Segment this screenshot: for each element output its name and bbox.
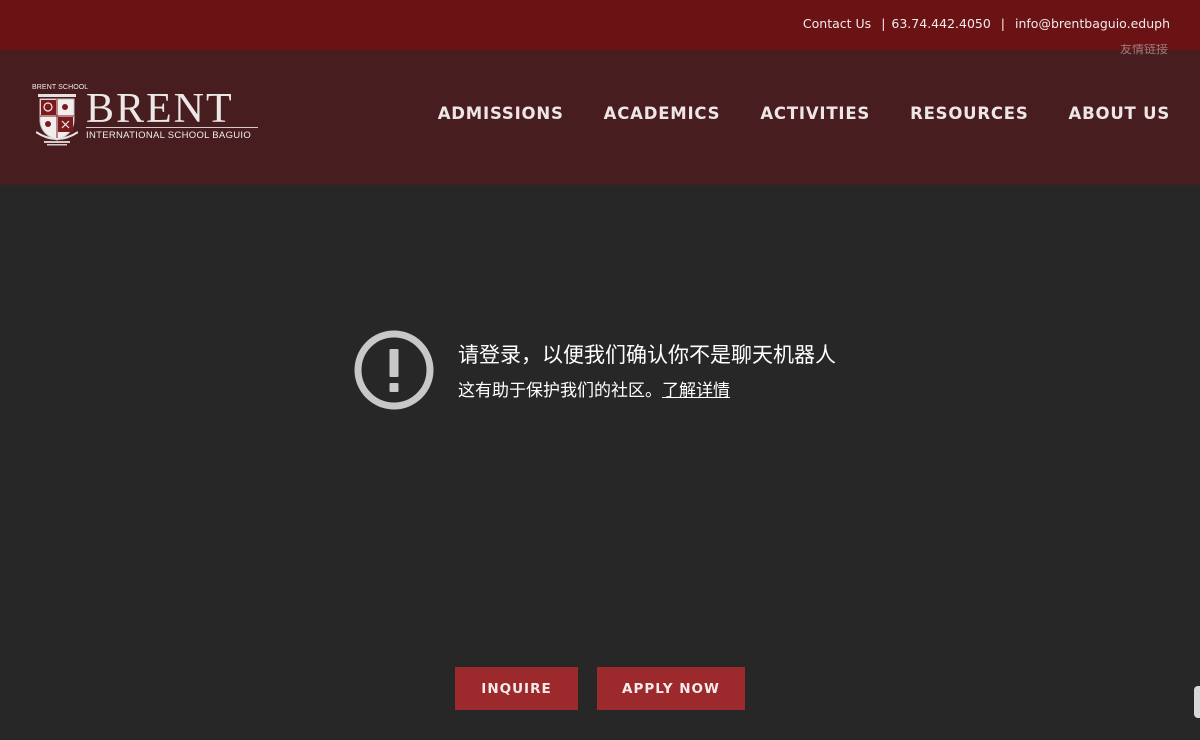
- phone-number[interactable]: 63.74.442.4050: [891, 16, 990, 31]
- wordmark-underline: [86, 127, 258, 128]
- nav-academics[interactable]: ACADEMICS: [604, 104, 721, 123]
- alert-circle-icon: [354, 330, 434, 410]
- school-crest-icon: [36, 94, 78, 146]
- notice-title: 请登录，以便我们确认你不是聊天机器人: [458, 343, 836, 367]
- nav-admissions[interactable]: ADMISSIONS: [438, 104, 564, 123]
- scrollbar-handle[interactable]: [1194, 686, 1200, 718]
- faint-overlay-text: 友情链接: [1119, 44, 1168, 56]
- apply-now-button[interactable]: APPLY NOW: [597, 667, 745, 710]
- notice-subtitle-text: 这有助于保护我们的社区。: [458, 381, 662, 401]
- contact-us-link[interactable]: Contact Us: [803, 16, 871, 31]
- email-link[interactable]: info@brentbaguio.eduph: [1015, 16, 1170, 31]
- notice-subtitle: 这有助于保护我们的社区。了解详情: [458, 376, 730, 401]
- top-contact-bar: Contact Us | 63.74.442.4050 | info@brentb…: [0, 0, 1200, 50]
- separator: |: [1000, 16, 1006, 31]
- site-logo[interactable]: BRENT SCHOOL BRENT INTERNATIONAL SCHOOL …: [32, 84, 272, 148]
- site-header: 友情链接 BRENT SCHOOL BRENT INTERNATIONAL SC…: [0, 44, 1200, 185]
- inquire-button[interactable]: INQUIRE: [455, 667, 578, 710]
- crest-caption: BRENT SCHOOL: [32, 84, 89, 91]
- separator: |: [881, 16, 886, 31]
- contact-info: Contact Us | 63.74.442.4050 | info@brentb…: [803, 16, 1170, 31]
- learn-more-link[interactable]: 了解详情: [662, 381, 730, 401]
- main-nav: ADMISSIONS ACADEMICS ACTIVITIES RESOURCE…: [438, 104, 1170, 123]
- school-subtitle: INTERNATIONAL SCHOOL BAGUIO: [86, 130, 252, 141]
- brent-wordmark: BRENT: [86, 86, 234, 132]
- nav-resources[interactable]: RESOURCES: [910, 104, 1028, 123]
- nav-activities[interactable]: ACTIVITIES: [760, 104, 870, 123]
- nav-about-us[interactable]: ABOUT US: [1069, 104, 1170, 123]
- login-notice: 请登录，以便我们确认你不是聊天机器人 这有助于保护我们的社区。了解详情: [354, 330, 874, 410]
